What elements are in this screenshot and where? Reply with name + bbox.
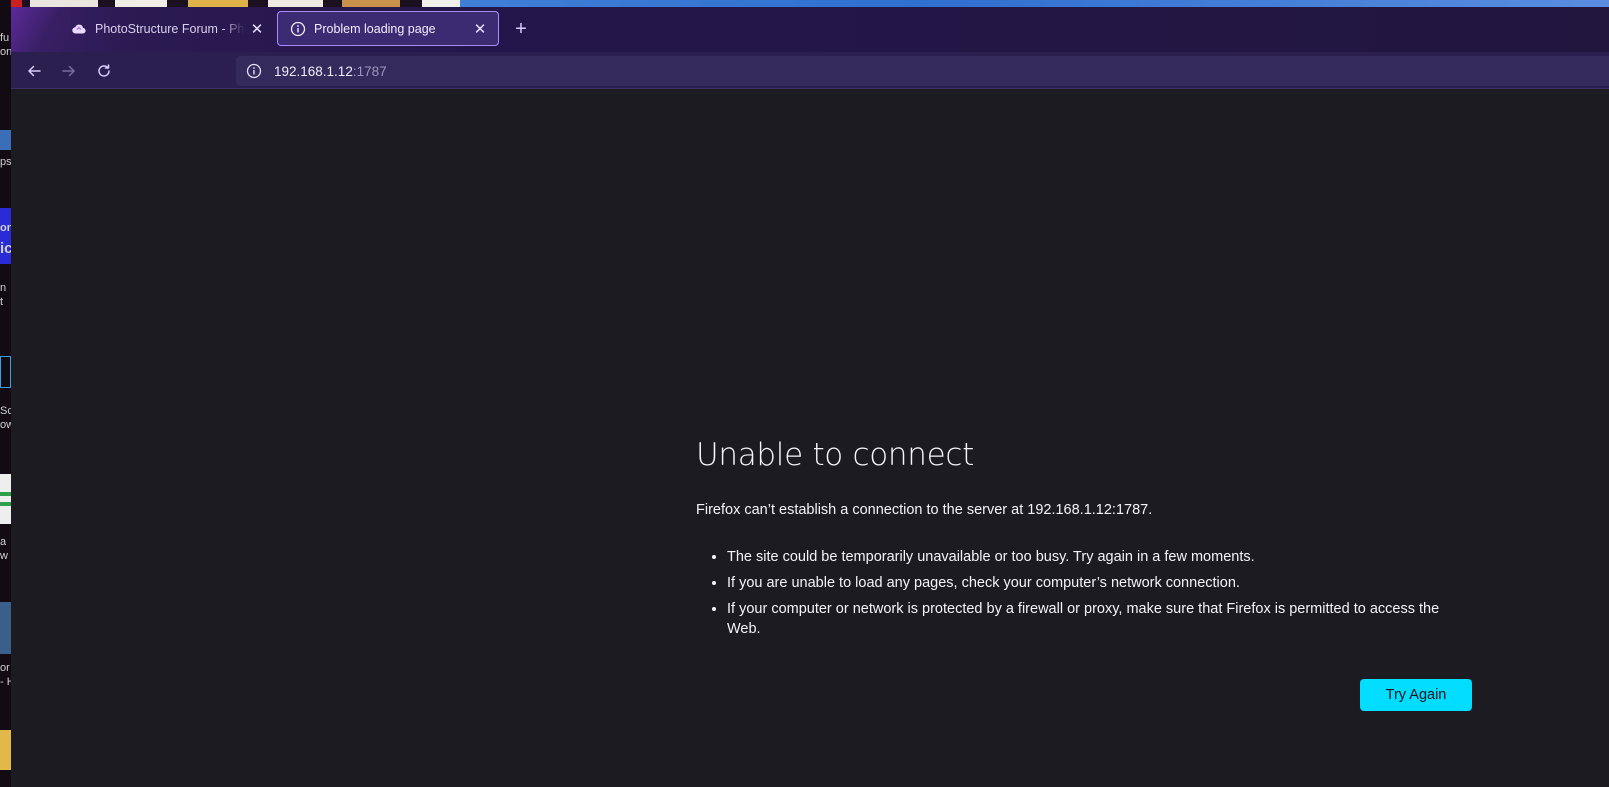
error-container: Unable to connect Firefox can’t establis… [696, 436, 1476, 711]
desktop-text-fragment: Sc [0, 405, 11, 417]
arrow-right-icon [62, 65, 75, 77]
desktop-text-fragment: w [0, 550, 8, 562]
close-icon[interactable]: ✕ [245, 17, 269, 41]
reload-button[interactable] [90, 57, 118, 85]
tab-problem-loading-page[interactable]: Problem loading page ✕ [277, 11, 499, 46]
desktop-background: fu on ps on ic n t Sc ow a w or - H [0, 0, 11, 787]
tab-title: Problem loading page [314, 21, 436, 36]
background-window-strip [0, 0, 1609, 7]
browser-window: PhotoStructure Forum - PhotoStructure ✕ … [11, 7, 1609, 787]
desktop-text-fragment: - H [0, 676, 11, 688]
desktop-text-fragment: ow [0, 419, 11, 431]
desktop-text-fragment: a [0, 536, 7, 548]
url-host: 192.168.1.12 [274, 63, 353, 79]
forward-button[interactable] [55, 57, 83, 85]
tab-title: PhotoStructure Forum - PhotoStructure [95, 21, 245, 36]
back-button[interactable] [20, 57, 48, 85]
list-item: If you are unable to load any pages, che… [727, 573, 1476, 593]
url-bar[interactable]: 192.168.1.12:1787 [236, 56, 1609, 86]
new-tab-button[interactable]: + [508, 16, 534, 42]
cloud-icon [71, 21, 87, 37]
plus-icon: + [515, 17, 527, 40]
site-info-icon[interactable] [246, 63, 262, 79]
list-item: The site could be temporarily unavailabl… [727, 547, 1476, 567]
tab-bar: PhotoStructure Forum - PhotoStructure ✕ … [11, 7, 1609, 52]
close-icon[interactable]: ✕ [468, 17, 492, 41]
navigation-toolbar: 192.168.1.12:1787 [11, 52, 1609, 89]
desktop-text-fragment: ps [0, 156, 11, 168]
error-page: Unable to connect Firefox can’t establis… [11, 90, 1609, 787]
error-suggestions: The site could be temporarily unavailabl… [696, 547, 1476, 639]
url-port: :1787 [352, 63, 387, 79]
error-title: Unable to connect [696, 437, 975, 473]
desktop-text-fragment: ic [0, 242, 11, 255]
list-item: If your computer or network is protected… [727, 599, 1476, 639]
desktop-text-fragment: or [0, 662, 10, 674]
desktop-text-fragment: n [0, 282, 7, 294]
arrow-left-icon [28, 65, 41, 77]
desktop-text-fragment: on [0, 46, 11, 58]
tab-photostructure-forum[interactable]: PhotoStructure Forum - PhotoStructure ✕ [57, 11, 275, 46]
desktop-text-fragment: on [0, 222, 11, 234]
reload-icon [98, 64, 110, 77]
desktop-text-fragment: t [0, 296, 4, 308]
error-description: Firefox can’t establish a connection to … [696, 502, 1153, 518]
info-icon [290, 21, 306, 37]
desktop-text-fragment: fu [0, 32, 10, 44]
try-again-button[interactable]: Try Again [1360, 679, 1472, 711]
